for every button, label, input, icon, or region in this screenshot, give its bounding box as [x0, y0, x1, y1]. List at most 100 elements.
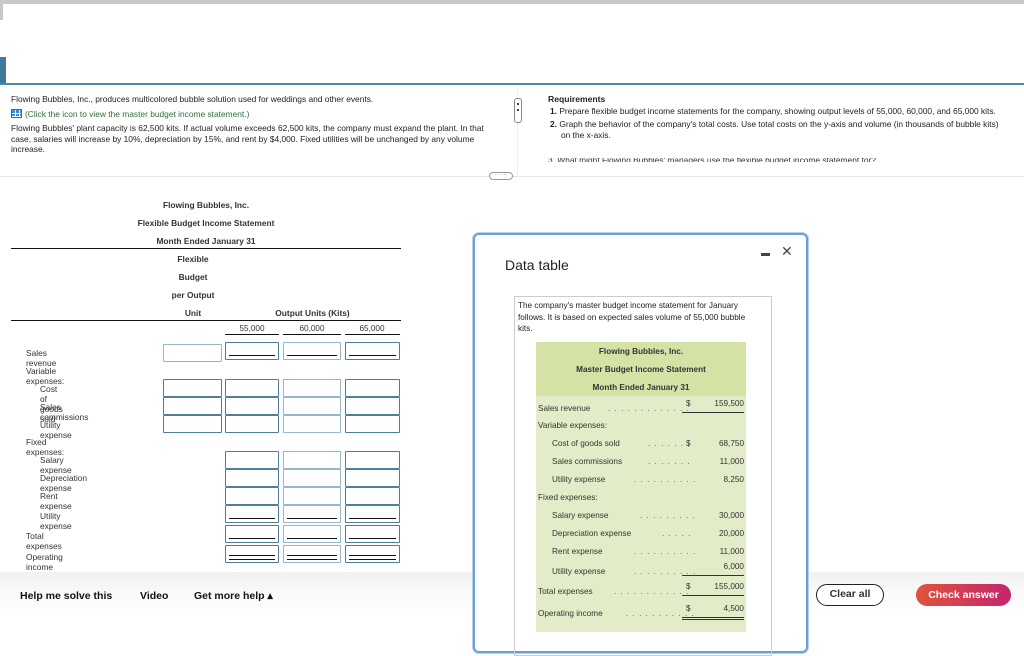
commissions-per-unit-input[interactable]	[163, 397, 222, 415]
master-row-cogs: Cost of goods sold . . . . . . . $ 68,75…	[552, 439, 744, 448]
sales-revenue-55000-input[interactable]	[225, 342, 279, 360]
fixed-utility-60000-input[interactable]	[283, 505, 341, 523]
row-label-sales-revenue: Sales revenue	[26, 348, 57, 368]
output-units-header: Output Units (Kits)	[275, 308, 350, 318]
per-unit-header-2: Budget	[178, 272, 208, 282]
operating-income-55000-input[interactable]	[225, 545, 279, 563]
pane-resize-handle[interactable]	[514, 98, 522, 123]
master-row-fixed-expenses: Fixed expenses:	[538, 493, 598, 502]
salary-65000-input[interactable]	[345, 451, 400, 469]
table-grid-icon[interactable]	[11, 109, 22, 119]
close-icon[interactable]: ✕	[781, 243, 793, 260]
row-label-sales-commissions: Sales commissions	[40, 402, 89, 422]
fixed-utility-underline	[682, 575, 744, 576]
row-label-operating-income: Operating income	[26, 552, 63, 572]
data-table-content: The company's master budget income state…	[514, 296, 772, 656]
operating-income-double-underline	[682, 617, 744, 620]
statement-period: Month Ended January 31	[156, 236, 256, 246]
cogs-per-unit-input[interactable]	[163, 379, 222, 397]
total-expenses-65000-input[interactable]	[345, 525, 400, 543]
requirement-item-2: 2. Graph the behavior of the company's t…	[550, 119, 999, 140]
master-row-fixed-utility: Utility expense . . . . . . . . . . 6,00…	[552, 562, 744, 576]
level-rule-2	[283, 334, 341, 335]
master-row-sales-commissions: Sales commissions . . . . . . . 11,000	[552, 457, 744, 466]
total-expenses-underline	[682, 595, 744, 596]
total-expenses-60000-input[interactable]	[283, 525, 341, 543]
top-bar-notch	[0, 4, 3, 20]
master-row-total-expenses: Total expenses . . . . . . . . . . . . $…	[538, 582, 744, 596]
master-row-rent: Rent expense . . . . . . . . . . 11,000	[552, 547, 744, 556]
variable-utility-55000-input[interactable]	[225, 415, 279, 433]
clear-all-button[interactable]: Clear all	[816, 584, 884, 606]
variable-utility-per-unit-input[interactable]	[163, 415, 222, 433]
master-row-variable-expenses: Variable expenses:	[538, 421, 608, 430]
sales-revenue-60000-input[interactable]	[283, 342, 341, 360]
commissions-60000-input[interactable]	[283, 397, 341, 415]
cogs-60000-input[interactable]	[283, 379, 341, 397]
row-label-variable-expenses: Variable expenses:	[26, 366, 65, 386]
master-budget-statement: Flowing Bubbles, Inc. Master Budget Inco…	[536, 342, 746, 632]
commissions-65000-input[interactable]	[345, 397, 400, 415]
rent-60000-input[interactable]	[283, 487, 341, 505]
cogs-65000-input[interactable]	[345, 379, 400, 397]
intro-text-2: Flowing Bubbles' plant capacity is 62,50…	[11, 123, 484, 154]
master-title: Master Budget Income Statement	[576, 365, 706, 374]
header-rule	[11, 248, 401, 249]
rent-65000-input[interactable]	[345, 487, 400, 505]
per-unit-header-3: per Output	[171, 290, 215, 300]
requirements-panel: Requirements 1. Prepare flexible budget …	[548, 94, 1008, 143]
master-budget-link[interactable]: (Click the icon to view the master budge…	[11, 109, 506, 120]
master-row-sales-revenue: Sales revenue . . . . . . . . . . . . . …	[538, 399, 744, 413]
commissions-55000-input[interactable]	[225, 397, 279, 415]
operating-income-65000-input[interactable]	[345, 545, 400, 563]
column-header-rule	[11, 320, 401, 321]
sales-underline	[682, 412, 744, 413]
cogs-55000-input[interactable]	[225, 379, 279, 397]
row-label-fixed-utility: Utility expense	[40, 511, 72, 531]
row-label-salary: Salary expense	[40, 455, 72, 475]
check-answer-button[interactable]: Check answer	[916, 584, 1011, 606]
operating-income-60000-input[interactable]	[283, 545, 341, 563]
salary-55000-input[interactable]	[225, 451, 279, 469]
fixed-utility-65000-input[interactable]	[345, 505, 400, 523]
total-expenses-55000-input[interactable]	[225, 525, 279, 543]
requirements-title: Requirements	[548, 94, 606, 104]
depreciation-65000-input[interactable]	[345, 469, 400, 487]
fixed-utility-55000-input[interactable]	[225, 505, 279, 523]
level-65000: 65,000	[359, 324, 385, 333]
row-label-total-expenses: Total expenses	[26, 531, 62, 551]
row-label-fixed-expenses: Fixed expenses:	[26, 437, 65, 457]
expand-collapse-handle[interactable]: ····	[489, 172, 513, 180]
depreciation-60000-input[interactable]	[283, 469, 341, 487]
row-label-rent: Rent expense	[40, 491, 72, 511]
data-table-intro: The company's master budget income state…	[518, 301, 746, 333]
master-period: Month Ended January 31	[592, 383, 690, 392]
level-rule-1	[225, 334, 279, 335]
master-budget-link-text[interactable]: (Click the icon to view the master budge…	[25, 109, 249, 120]
minimize-icon[interactable]	[761, 253, 770, 256]
statement-company: Flowing Bubbles, Inc.	[162, 200, 250, 210]
salary-60000-input[interactable]	[283, 451, 341, 469]
depreciation-55000-input[interactable]	[225, 469, 279, 487]
row-label-depreciation: Depreciation expense	[40, 473, 88, 493]
rent-55000-input[interactable]	[225, 487, 279, 505]
top-bar	[0, 0, 1024, 4]
variable-utility-60000-input[interactable]	[283, 415, 341, 433]
question-accent	[0, 57, 6, 84]
get-more-help-button[interactable]: Get more help ▴	[194, 590, 273, 602]
requirement-item-1: 1. Prepare flexible budget income statem…	[550, 105, 996, 116]
question-intro: Flowing Bubbles, Inc., produces multicol…	[11, 94, 506, 159]
master-row-salary: Salary expense . . . . . . . . . 30,000	[552, 511, 744, 520]
master-row-variable-utility: Utility expense . . . . . . . . . . 8,25…	[552, 475, 744, 484]
help-me-solve-this-button[interactable]: Help me solve this	[20, 590, 112, 602]
question-header-rule	[0, 83, 1024, 85]
video-button[interactable]: Video	[140, 590, 168, 602]
master-company: Flowing Bubbles, Inc.	[598, 347, 684, 356]
modal-title: Data table	[505, 257, 569, 273]
master-row-depreciation: Depreciation expense . . . . . 20,000	[552, 529, 744, 538]
intro-text-1: Flowing Bubbles, Inc., produces multicol…	[11, 94, 374, 104]
sales-revenue-per-unit-input[interactable]	[163, 344, 222, 362]
sales-revenue-65000-input[interactable]	[345, 342, 400, 360]
level-60000: 60,000	[299, 324, 325, 333]
variable-utility-65000-input[interactable]	[345, 415, 400, 433]
